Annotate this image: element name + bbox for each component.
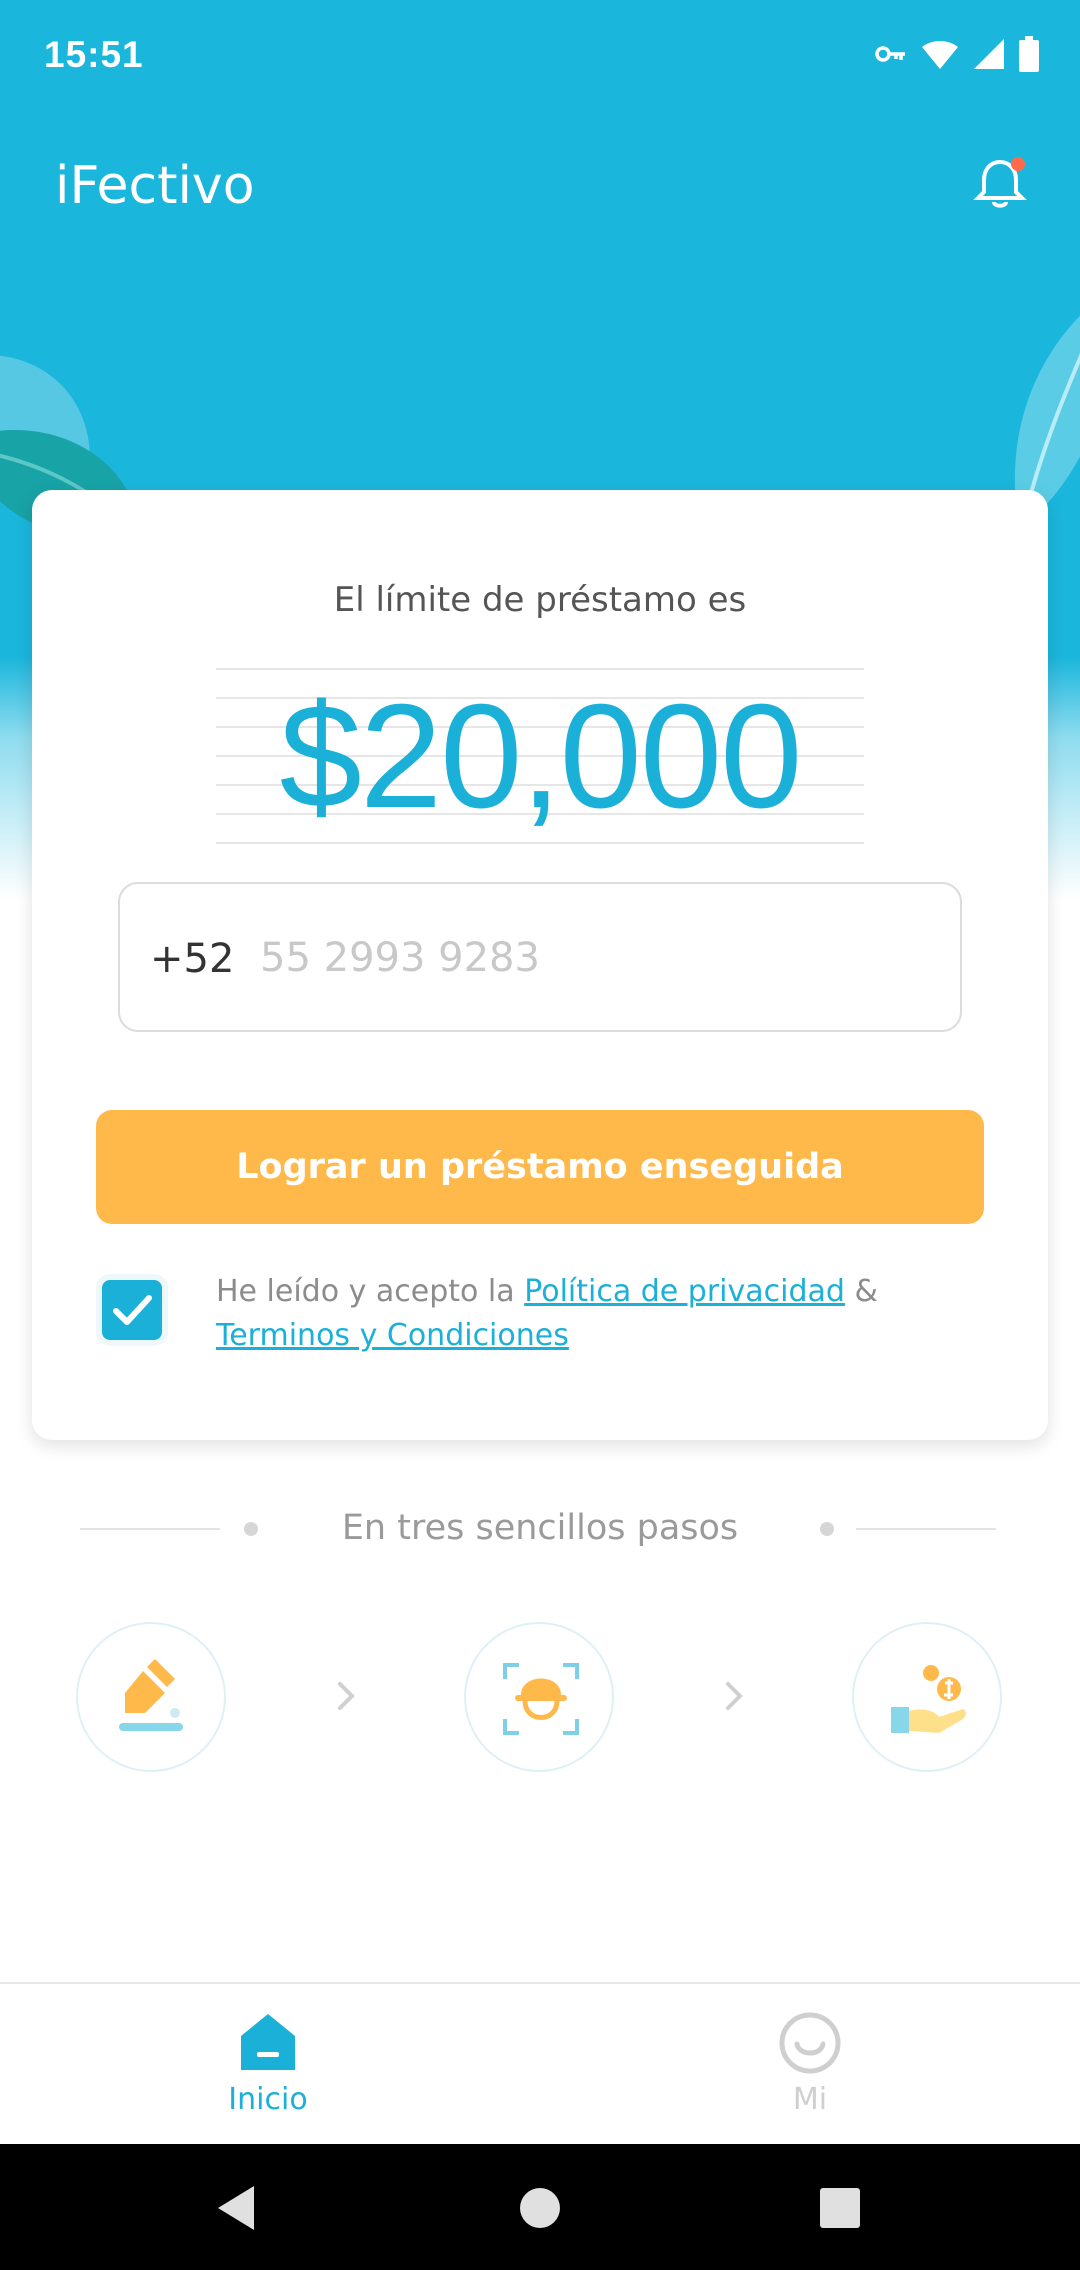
step-2 [464,1622,614,1772]
back-icon[interactable] [210,2180,266,2236]
loan-amount: $20,000 [279,674,803,839]
home-circle-icon[interactable] [512,2180,568,2236]
step-1 [76,1622,226,1772]
app-header: iFectivo [0,140,1080,240]
get-loan-button[interactable]: Lograr un préstamo enseguida [96,1110,984,1224]
divider-dot [820,1522,834,1536]
phone-input[interactable] [260,928,920,988]
terms-link[interactable]: Terminos y Condiciones [216,1318,569,1353]
country-code: +52 [150,936,235,982]
status-time: 15:51 [44,34,144,75]
wifi-icon [922,41,958,69]
consent-row: He leído y acepto la Política de privaci… [102,1270,1002,1370]
divider-line [856,1528,996,1530]
steps-header: En tres sencillos pasos [0,1500,1080,1560]
loan-card: El límite de préstamo es $20,000 +52 Log… [32,490,1048,1440]
face-scan-icon [503,1663,579,1735]
loan-limit-label: El límite de préstamo es [333,580,747,620]
step-3 [852,1622,1002,1772]
app-title: iFectivo [55,156,255,216]
consent-separator: & [844,1274,878,1309]
bell-icon[interactable] [970,154,1030,214]
checkmark-icon [113,1295,152,1325]
consent-checkbox[interactable] [102,1280,162,1340]
privacy-policy-link[interactable]: Política de privacidad [524,1274,845,1309]
battery-icon [1019,36,1039,72]
smiley-icon [779,2012,841,2074]
status-icons [874,34,1040,74]
money-hand-icon [891,1665,966,1733]
chevron-right-icon [726,1682,743,1710]
chevron-right-icon [338,1682,355,1710]
notification-dot [1011,157,1025,171]
home-icon [241,2014,295,2070]
nav-label-inicio: Inicio [228,2082,308,2117]
recents-icon[interactable] [812,2180,868,2236]
vpn-key-icon [875,46,905,62]
edit-form-icon [119,1659,183,1731]
nav-item-mi[interactable]: Mi [710,2010,910,2130]
nav-item-inicio[interactable]: Inicio [168,2010,368,2130]
phone-field[interactable]: +52 [118,882,962,1032]
status-bar: 15:51 [0,0,1080,112]
consent-text: He leído y acepto la Política de privaci… [216,1270,1016,1358]
nav-label-mi: Mi [792,2082,828,2117]
amount-lined-background: $20,000 [216,668,864,846]
consent-prefix: He leído y acepto la [216,1274,525,1309]
system-navigation-bar [0,2144,1080,2270]
bottom-nav: Inicio Mi [0,1982,1080,2144]
cell-signal-icon [974,39,1004,69]
